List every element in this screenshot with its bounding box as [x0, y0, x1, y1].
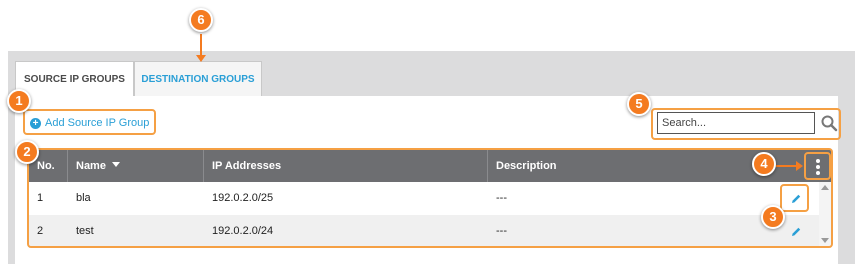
- callout-highlight-menu: [804, 152, 831, 180]
- tab-destination-groups[interactable]: DESTINATION GROUPS: [134, 61, 262, 97]
- callout-highlight-edit: [780, 184, 809, 212]
- callout-badge-2: 2: [15, 140, 39, 164]
- callout-highlight-add: [23, 109, 156, 135]
- callout-highlight-search: [651, 108, 841, 140]
- arrow-down-icon: [196, 55, 206, 62]
- callout-highlight-table: [27, 148, 833, 248]
- tab-source-ip-groups[interactable]: SOURCE IP GROUPS: [15, 61, 134, 97]
- callout-badge-4: 4: [752, 152, 776, 176]
- arrow-right-icon: [796, 161, 803, 171]
- callout-connector: [776, 165, 798, 167]
- callout-badge-1: 1: [7, 89, 31, 113]
- callout-badge-5: 5: [627, 92, 651, 116]
- callout-badge-3: 3: [761, 205, 785, 229]
- callout-badge-6: 6: [189, 8, 213, 32]
